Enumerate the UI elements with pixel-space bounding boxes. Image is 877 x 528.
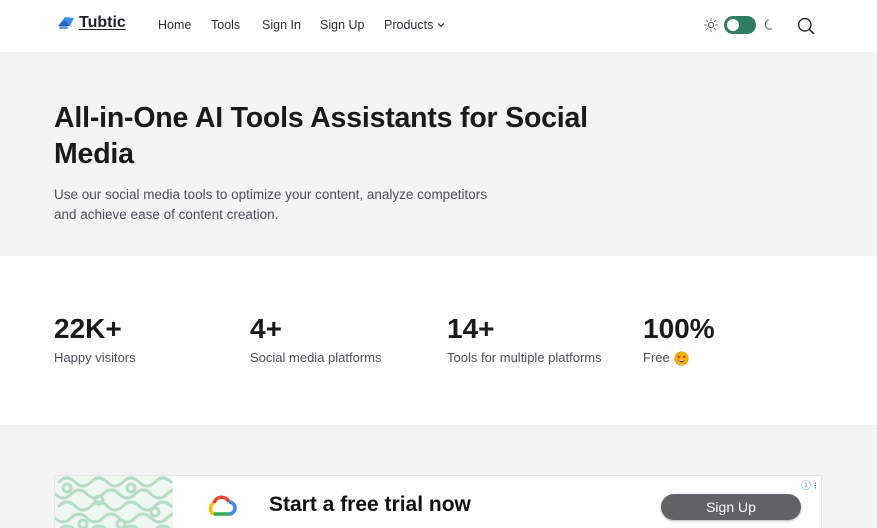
stat-tools: 14+ Tools for multiple platforms: [447, 312, 602, 367]
nav-products-dropdown[interactable]: Products: [384, 18, 454, 32]
nav-tools[interactable]: Tools: [211, 18, 251, 32]
hero-section: All-in-One AI Tools Assistants for Socia…: [0, 52, 877, 256]
stat-value: 4+: [250, 313, 282, 344]
stat-value: 100%: [643, 313, 715, 344]
stat-label: Happy visitors: [54, 349, 136, 367]
stat-label-text: Social media platforms: [250, 350, 382, 365]
logo-text: Tubtic: [79, 14, 126, 31]
hero-subtitle: Use our social media tools to optimize y…: [54, 187, 487, 222]
logo-link[interactable]: Tubtic: [56, 14, 126, 32]
nav-home[interactable]: Home: [158, 18, 198, 32]
site-header: Tubtic Home Tools Sign In Sign Up Produc…: [0, 0, 877, 52]
ad-section: Start a free trial now Sign Up ⓘ ⁝: [0, 425, 877, 528]
ad-decorative-pattern: [55, 476, 173, 528]
stat-visitors: 22K+ Happy visitors: [54, 312, 136, 367]
stat-platforms: 4+ Social media platforms: [250, 312, 382, 367]
sun-icon: [704, 18, 718, 32]
star-struck-emoji-icon: [674, 350, 689, 366]
chevron-down-icon: [438, 23, 445, 27]
stat-label: Social media platforms: [250, 349, 382, 367]
search-icon[interactable]: [796, 16, 816, 36]
stat-label: Tools for multiple platforms: [447, 349, 602, 367]
stat-label-text: Happy visitors: [54, 350, 136, 365]
ad-sign-up-button[interactable]: Sign Up: [661, 494, 801, 520]
theme-toggle[interactable]: [724, 16, 756, 34]
nav-products-label: Products: [384, 18, 434, 32]
stat-label-text: Tools for multiple platforms: [447, 350, 602, 365]
nav-sign-in[interactable]: Sign In: [262, 18, 312, 32]
google-cloud-logo-icon: [208, 495, 237, 516]
theme-switcher: [704, 16, 776, 34]
toggle-knob: [727, 19, 739, 31]
ad-banner[interactable]: Start a free trial now Sign Up ⓘ ⁝: [54, 475, 822, 528]
moon-icon: [764, 19, 772, 30]
logo-icon: [58, 17, 74, 29]
stat-value: 22K+: [54, 313, 122, 344]
stat-value: 14+: [447, 313, 495, 344]
stat-label: Free: [643, 349, 715, 367]
hero-title: All-in-One AI Tools Assistants for Socia…: [54, 102, 588, 170]
nav-sign-up[interactable]: Sign Up: [320, 18, 370, 32]
stats-section: 22K+ Happy visitors 4+ Social media plat…: [0, 256, 877, 425]
ad-headline: Start a free trial now: [269, 493, 471, 516]
ad-info-icon[interactable]: ⓘ ⁝: [801, 477, 817, 492]
stat-label-text: Free: [643, 350, 670, 365]
stat-free: 100% Free: [643, 312, 715, 367]
